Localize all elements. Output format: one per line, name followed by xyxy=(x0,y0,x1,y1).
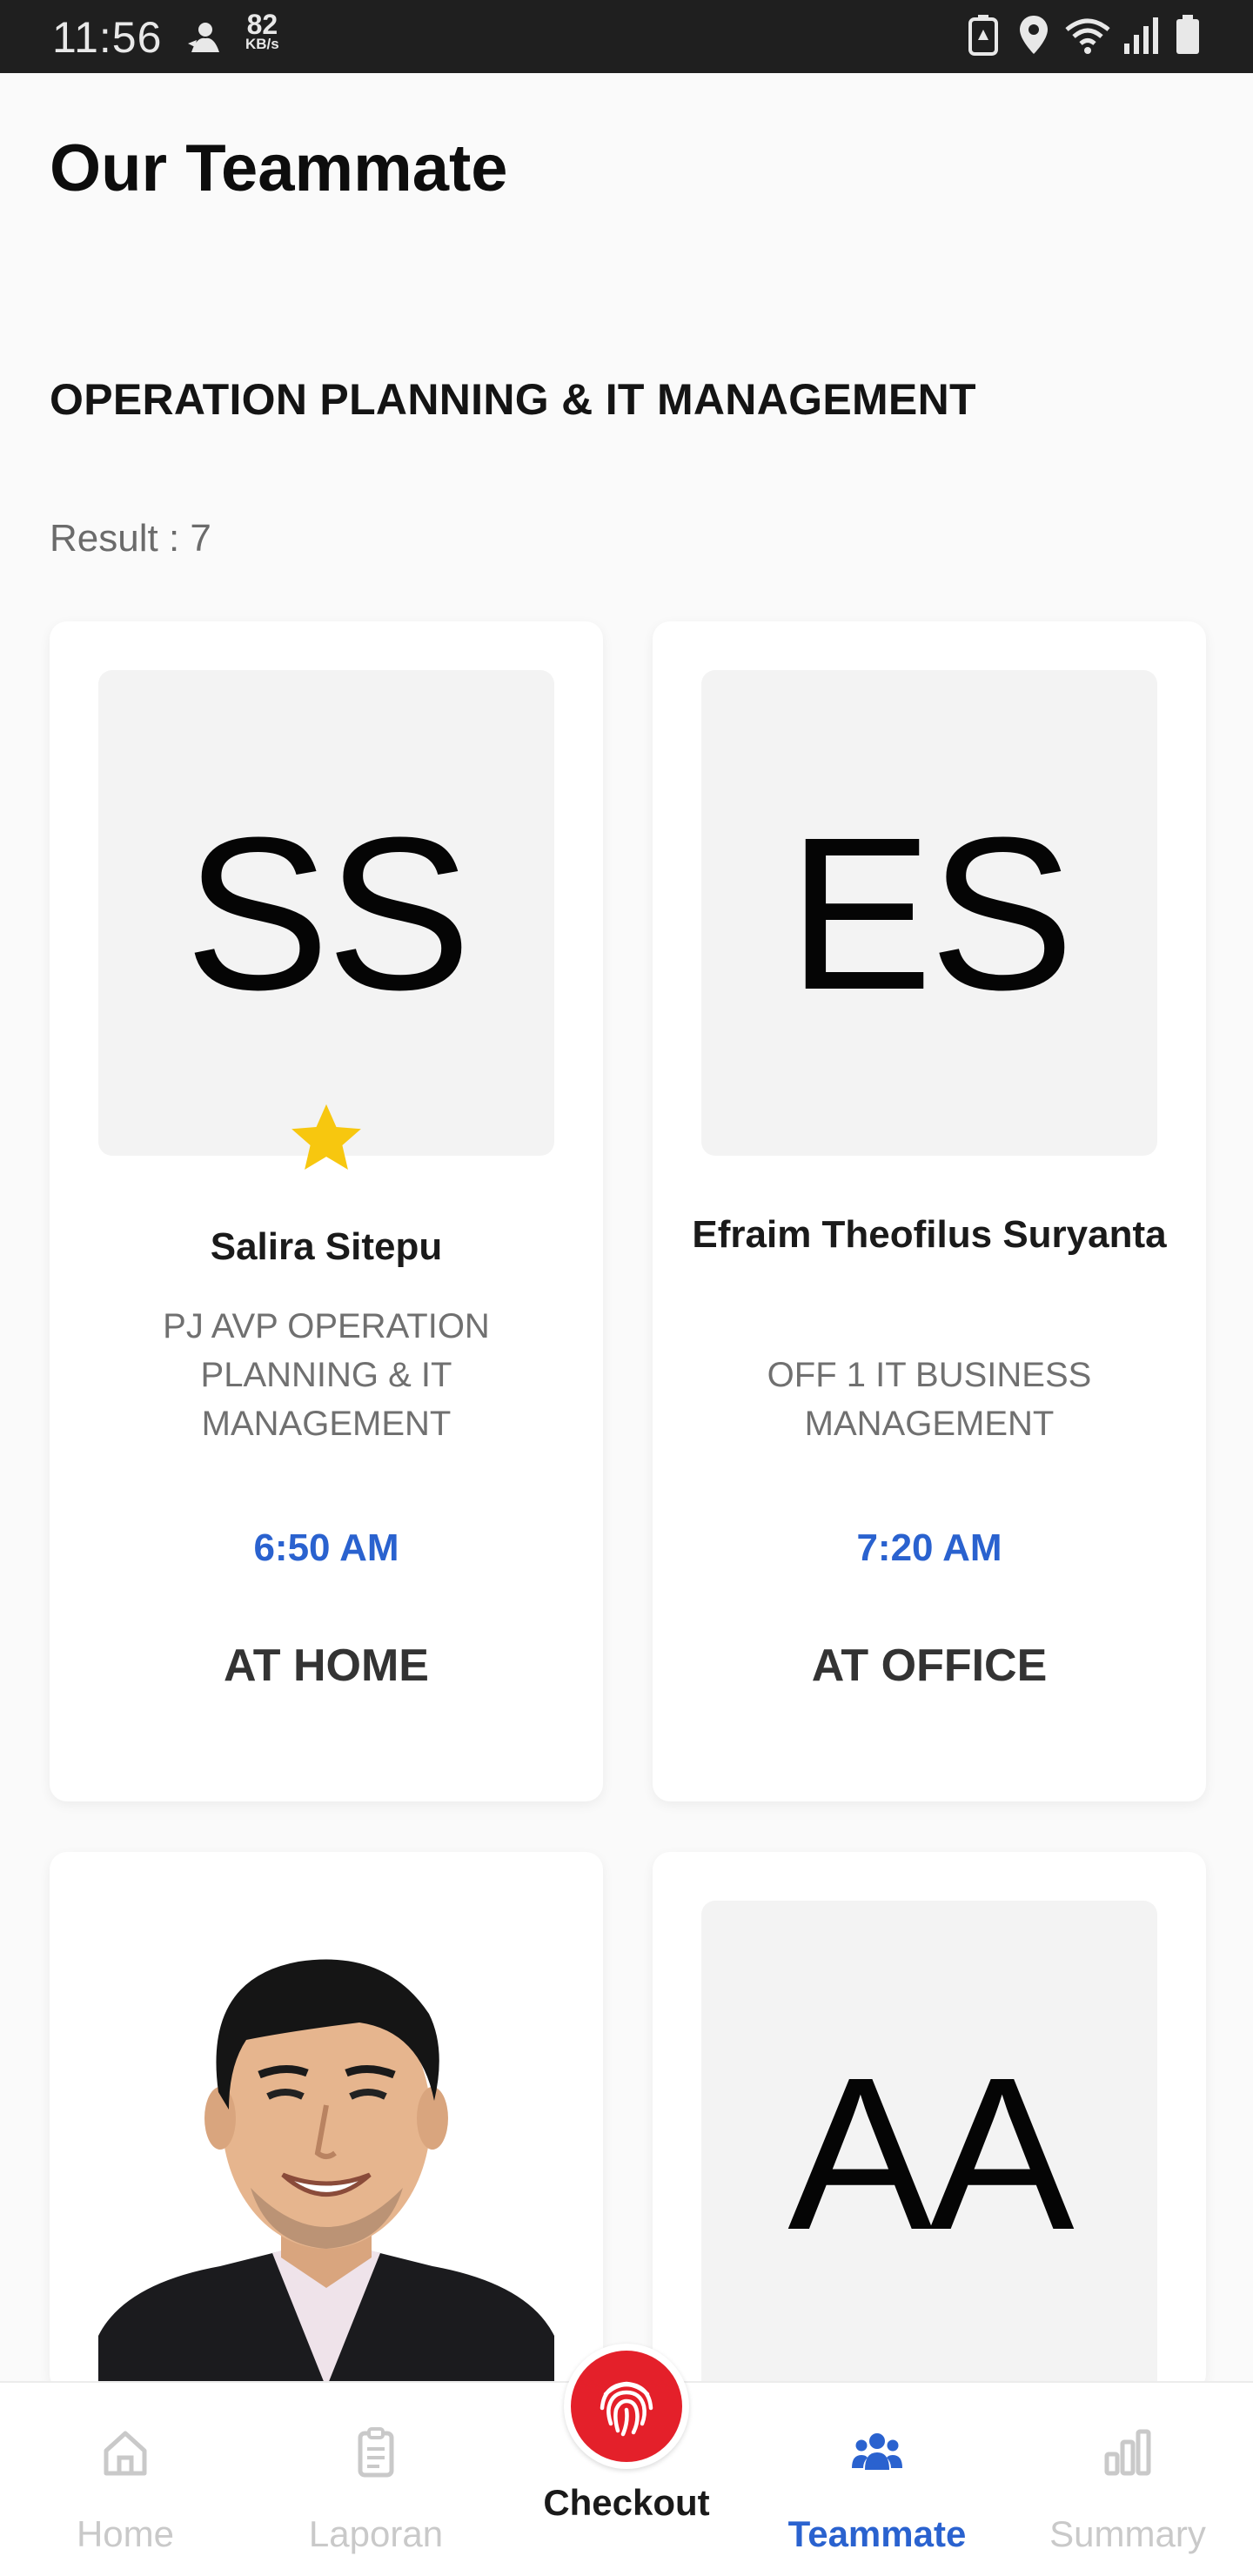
work-location: AT HOME xyxy=(224,1640,429,1691)
status-time: 11:56 xyxy=(52,13,163,62)
nav-label: Teammate xyxy=(787,2513,967,2554)
battery-icon xyxy=(1175,14,1201,60)
nav-teammate[interactable]: Teammate xyxy=(752,2383,1002,2576)
page-title: Our Teammate xyxy=(50,131,508,205)
avatar-initials: ES xyxy=(787,791,1074,1035)
avatar: SS xyxy=(98,670,554,1156)
bar-chart-icon xyxy=(1104,2429,1151,2476)
nav-laporan[interactable]: Laporan xyxy=(251,2383,501,2576)
battery-saver-icon xyxy=(968,14,999,60)
teammate-role: OFF 1 IT BUSINESS MANAGEMENT xyxy=(767,1356,1092,1443)
wifi-icon xyxy=(1063,14,1112,60)
star-icon xyxy=(291,1104,361,1171)
mascot-icon xyxy=(184,17,226,60)
teammate-card[interactable]: AA xyxy=(653,1852,1206,2392)
result-count: Result : 7 xyxy=(50,517,211,560)
checkin-time: 7:20 AM xyxy=(856,1526,1002,1569)
avatar: ES xyxy=(701,670,1157,1156)
nav-summary[interactable]: Summary xyxy=(1002,2383,1253,2576)
teammate-card[interactable]: ES Efraim Theofilus Suryanta OFF 1 IT BU… xyxy=(653,621,1206,1801)
clipboard-icon xyxy=(358,2427,394,2478)
checkin-time: 6:50 AM xyxy=(253,1526,399,1569)
avatar-photo xyxy=(98,1901,554,2392)
nav-label: Home xyxy=(76,2513,175,2554)
net-speed: 82 KB/s xyxy=(245,9,279,52)
status-bar: 11:56 82 KB/s xyxy=(0,0,1253,73)
teammate-card[interactable] xyxy=(50,1852,603,2392)
team-icon xyxy=(852,2433,902,2470)
teammate-card[interactable]: SS Salira Sitepu PJ AVP OPERATION PLANNI… xyxy=(50,621,603,1801)
nav-label: Summary xyxy=(1049,2513,1206,2554)
nav-home[interactable]: Home xyxy=(0,2383,251,2576)
nav-label: Laporan xyxy=(308,2513,444,2554)
checkout-label[interactable]: Checkout xyxy=(501,2482,752,2524)
section-title: OPERATION PLANNING & IT MANAGEMENT xyxy=(50,375,976,424)
teammate-role: PJ AVP OPERATION PLANNING & IT MANAGEMEN… xyxy=(163,1307,490,1443)
avatar-initials: SS xyxy=(184,791,471,1035)
avatar: AA xyxy=(701,1901,1157,2392)
signal-icon xyxy=(1122,14,1161,60)
location-icon xyxy=(1018,14,1049,60)
fingerprint-icon xyxy=(600,2381,653,2437)
checkout-button[interactable] xyxy=(564,2344,689,2469)
teammate-name: Efraim Theofilus Suryanta xyxy=(692,1213,1167,1256)
teammate-name: Salira Sitepu xyxy=(210,1225,443,1268)
work-location: AT OFFICE xyxy=(811,1640,1048,1691)
home-icon xyxy=(104,2431,147,2476)
avatar-initials: AA xyxy=(787,2031,1074,2275)
